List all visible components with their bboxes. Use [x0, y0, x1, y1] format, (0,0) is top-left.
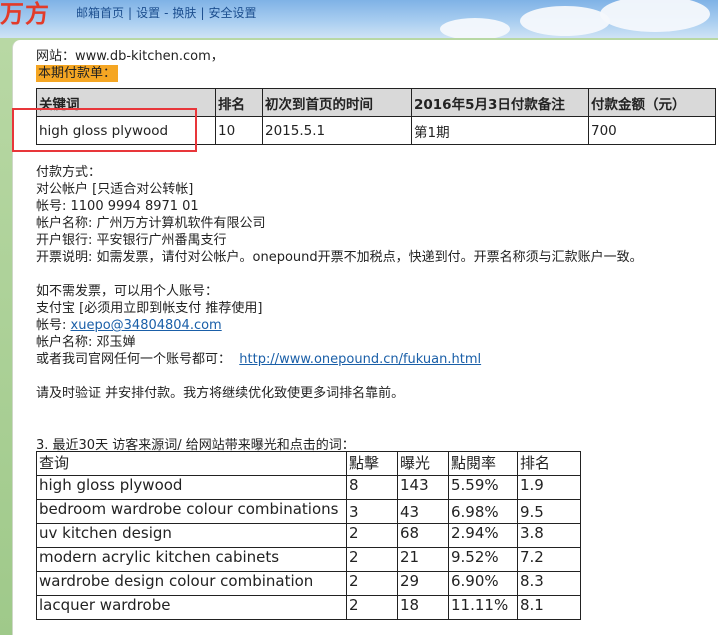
top-banner: 万方 邮箱首页 | 设置 - 换肤 | 安全设置: [0, 0, 718, 38]
nav-settings[interactable]: 设置: [136, 6, 160, 20]
pay-line: 如不需发票，可以用个人账号：: [36, 284, 219, 299]
col-first-date: 初次到首页的时间: [262, 88, 412, 117]
cell-amount: 700: [588, 116, 716, 145]
cloud-decoration: [520, 6, 610, 36]
top-nav: 邮箱首页 | 设置 - 换肤 | 安全设置: [76, 6, 257, 20]
table-header-row: 查询 點擊 曝光 點閱率 排名: [36, 451, 581, 476]
table-row: modern acrylic kitchen cabinets 2 21 9.5…: [36, 547, 581, 572]
cell-impressions: 43: [397, 499, 449, 524]
cell-impressions: 29: [397, 571, 449, 596]
payment-page-link[interactable]: http://www.onepound.cn/fukuan.html: [239, 352, 481, 367]
cell-position: 3.8: [517, 523, 581, 548]
cell-impressions: 68: [397, 523, 449, 548]
cell-query: bedroom wardrobe colour combinations: [36, 499, 347, 524]
highlight-box: [12, 108, 197, 152]
payment-info: 付款方式： 对公帐户 [只适合对公转帐] 帐号: 1100 9994 8971 …: [36, 164, 643, 402]
cell-clicks: 2: [346, 523, 398, 548]
pay-line: 开户银行: 平安银行广州番禺支行: [36, 233, 227, 248]
notice-line: 请及时验证 并安排付款。我方将继续优化致使更多词排名靠前。: [36, 386, 405, 401]
cloud-decoration: [600, 0, 710, 32]
table-row: bedroom wardrobe colour combinations 3 4…: [36, 499, 581, 524]
nav-mail-home[interactable]: 邮箱首页: [76, 6, 124, 20]
cell-query: uv kitchen design: [36, 523, 347, 548]
pay-line: 对公帐户 [只适合对公转帐]: [36, 182, 194, 197]
table-row: wardrobe design colour combination 2 29 …: [36, 571, 581, 596]
pay-line: 或者我司官网任何一个账号都可： http://www.onepound.cn/f…: [36, 351, 643, 368]
col-clicks: 點擊: [346, 451, 398, 476]
pay-line: 付款方式：: [36, 165, 102, 180]
mail-content: 网站：www.db-kitchen.com， 本期付款单：: [36, 48, 224, 82]
cell-rank: 10: [215, 116, 263, 145]
cell-position: 8.1: [517, 595, 581, 620]
col-impressions: 曝光: [397, 451, 449, 476]
account-email-link[interactable]: xuepo@34804804.com: [71, 318, 222, 333]
cell-first-date: 2015.5.1: [262, 116, 412, 145]
cell-query: modern acrylic kitchen cabinets: [36, 547, 347, 572]
account-name: 帐户名称: 邓玉婵: [36, 335, 136, 350]
cell-clicks: 2: [346, 571, 398, 596]
pay-line: 帐号: 1100 9994 8971 01: [36, 199, 199, 214]
period-label: 本期付款单：: [36, 65, 119, 82]
cell-position: 7.2: [517, 547, 581, 572]
cell-clicks: 2: [346, 595, 398, 620]
cell-ctr: 6.90%: [448, 571, 518, 596]
pay-line: 帐号: xuepo@34804804.com: [36, 317, 643, 334]
other-label: 或者我司官网任何一个账号都可：: [36, 352, 232, 367]
cell-ctr: 11.11%: [448, 595, 518, 620]
cell-position: 9.5: [517, 499, 581, 524]
cell-position: 8.3: [517, 571, 581, 596]
cloud-decoration: [440, 18, 510, 38]
account-label: 帐号:: [36, 318, 71, 333]
query-table: 查询 點擊 曝光 點閱率 排名 high gloss plywood 8 143…: [36, 451, 581, 620]
cell-query: lacquer wardrobe: [36, 595, 347, 620]
nav-skin[interactable]: 换肤: [172, 6, 196, 20]
pay-line: 帐户名称: 广州万方计算机软件有限公司: [36, 216, 266, 231]
cell-clicks: 8: [346, 475, 398, 500]
col-ctr: 點閱率: [448, 451, 518, 476]
cell-ctr: 5.59%: [448, 475, 518, 500]
nav-security-settings[interactable]: 安全设置: [208, 6, 256, 20]
cell-position: 1.9: [517, 475, 581, 500]
col-amount: 付款金额（元）: [588, 88, 716, 117]
cell-query: high gloss plywood: [36, 475, 347, 500]
col-rank: 排名: [215, 88, 263, 117]
cell-impressions: 143: [397, 475, 449, 500]
cell-impressions: 21: [397, 547, 449, 572]
col-position: 排名: [517, 451, 581, 476]
cell-impressions: 18: [397, 595, 449, 620]
cell-clicks: 2: [346, 547, 398, 572]
cell-query: wardrobe design colour combination: [36, 571, 347, 596]
logo: 万方: [0, 0, 50, 28]
table-row: uv kitchen design 2 68 2.94% 3.8: [36, 523, 581, 548]
cell-ctr: 2.94%: [448, 523, 518, 548]
cell-ctr: 6.98%: [448, 499, 518, 524]
pay-line: 开票说明: 如需发票，请付对公帐户。onepound开票不加税点，快递到付。开票…: [36, 250, 643, 265]
pay-line: 支付宝 [必须用立即到帐支付 推荐使用]: [36, 301, 263, 316]
site-line: 网站：www.db-kitchen.com，: [36, 49, 224, 64]
col-note: 2016年5月3日付款备注: [411, 88, 589, 117]
table-row: high gloss plywood 8 143 5.59% 1.9: [36, 475, 581, 500]
table-row: lacquer wardrobe 2 18 11.11% 8.1: [36, 595, 581, 620]
col-query: 查询: [36, 451, 347, 476]
cell-note: 第1期: [411, 116, 589, 145]
cell-clicks: 3: [346, 499, 398, 524]
cell-ctr: 9.52%: [448, 547, 518, 572]
